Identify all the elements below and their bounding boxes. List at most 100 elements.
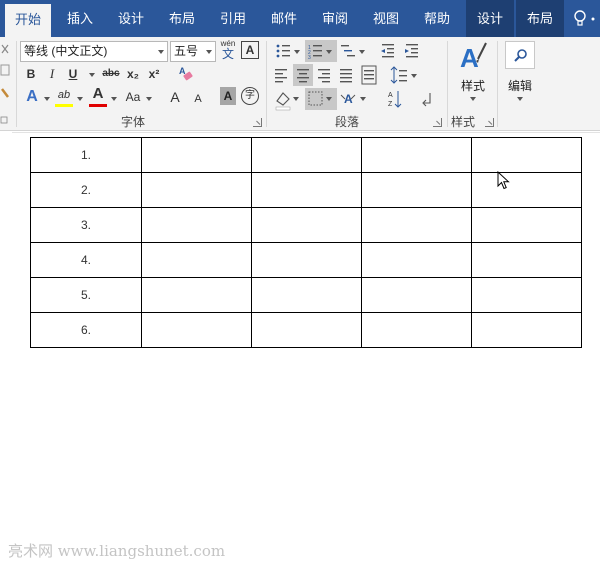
font-dialog-launcher-icon[interactable] [253, 118, 262, 127]
superscript-button[interactable]: x² [145, 64, 163, 84]
table-cell[interactable] [141, 207, 252, 243]
table-row: 1. [30, 137, 582, 173]
tab-review[interactable]: 审阅 [312, 0, 358, 37]
tab-home[interactable]: 开始 [5, 4, 51, 37]
separator [16, 41, 17, 127]
styles-button[interactable]: A 样式 [454, 39, 492, 107]
table-cell[interactable] [471, 207, 582, 243]
shrink-font-button[interactable]: A [190, 89, 206, 109]
document-table[interactable]: 1. 2. 3. 4. 5. 6. [30, 137, 582, 348]
table-cell[interactable]: 5. [30, 277, 142, 313]
tab-view[interactable]: 视图 [363, 0, 409, 37]
chevron-down-icon[interactable] [470, 97, 476, 101]
font-color-button[interactable]: A [88, 84, 108, 104]
tab-design[interactable]: 设计 [108, 0, 154, 37]
tell-me-bulb-icon[interactable] [562, 0, 600, 37]
table-cell[interactable]: 6. [30, 312, 142, 348]
strikethrough-button[interactable]: abc [100, 64, 122, 84]
table-cell[interactable] [141, 242, 252, 278]
chevron-down-icon[interactable] [89, 73, 95, 77]
table-cell[interactable] [251, 277, 362, 313]
table-cell[interactable] [361, 277, 472, 313]
chevron-down-icon[interactable] [206, 50, 212, 54]
character-shading-button[interactable]: A [220, 87, 236, 105]
svg-text:Z: Z [388, 101, 393, 108]
styles-group-label: 样式 [451, 115, 476, 129]
multilevel-list-icon[interactable] [341, 45, 365, 57]
table-cell[interactable] [471, 277, 582, 313]
table-cell[interactable]: 1. [30, 137, 142, 173]
increase-indent-icon[interactable] [405, 44, 418, 58]
line-spacing-icon[interactable] [390, 66, 417, 84]
table-cell[interactable] [251, 172, 362, 208]
table-cell[interactable] [471, 172, 582, 208]
separator [266, 41, 267, 127]
editing-button[interactable]: 编辑 [502, 39, 538, 107]
table-cell[interactable] [471, 312, 582, 348]
clear-formatting-button[interactable]: A [176, 64, 196, 84]
decrease-indent-icon[interactable] [381, 44, 394, 58]
tab-layout[interactable]: 布局 [159, 0, 205, 37]
shading-icon[interactable] [275, 92, 299, 111]
tab-table-design[interactable]: 设计 [466, 0, 514, 37]
chevron-down-icon[interactable] [517, 97, 523, 101]
highlight-button[interactable]: ab [54, 85, 74, 105]
table-cell[interactable]: 4. [30, 242, 142, 278]
justify-icon[interactable] [340, 69, 352, 83]
chevron-down-icon[interactable] [111, 97, 117, 101]
table-cell[interactable] [471, 137, 582, 173]
phonetic-guide-button[interactable]: wén 文 [219, 39, 237, 63]
table-cell[interactable] [251, 312, 362, 348]
tab-table-layout[interactable]: 布局 [516, 0, 564, 37]
table-cell[interactable] [141, 312, 252, 348]
chevron-down-icon[interactable] [146, 97, 152, 101]
table-cell[interactable] [361, 207, 472, 243]
table-cell[interactable] [251, 242, 362, 278]
bullets-icon[interactable] [276, 44, 300, 58]
table-cell[interactable]: 2. [30, 172, 142, 208]
align-left-icon[interactable] [275, 69, 287, 83]
table-cell[interactable] [251, 137, 362, 173]
chevron-down-icon[interactable] [77, 97, 83, 101]
table-cell[interactable] [361, 312, 472, 348]
chevron-down-icon[interactable] [158, 50, 164, 54]
enclose-characters-button[interactable]: 字 [241, 87, 259, 105]
italic-button[interactable]: I [43, 64, 61, 84]
align-right-icon[interactable] [318, 69, 330, 83]
document-area[interactable]: 1. 2. 3. 4. 5. 6. 亮术网 www.liangshunet.co… [0, 132, 600, 570]
styles-button-label: 样式 [460, 79, 485, 93]
bold-button[interactable]: B [22, 64, 40, 84]
table-cell[interactable] [251, 207, 362, 243]
table-cell[interactable] [141, 172, 252, 208]
show-marks-icon[interactable] [422, 93, 431, 107]
table-cell[interactable] [471, 242, 582, 278]
character-border-button[interactable]: A [241, 41, 259, 59]
grow-font-button[interactable]: A [167, 87, 183, 107]
table-row: 3. [30, 207, 582, 243]
chevron-down-icon[interactable] [44, 97, 50, 101]
change-case-button[interactable]: Aa [122, 87, 144, 107]
styles-dialog-launcher-icon[interactable] [485, 118, 494, 127]
tab-mailings[interactable]: 邮件 [261, 0, 307, 37]
table-cell[interactable]: 3. [30, 207, 142, 243]
page-top-edge [12, 132, 600, 133]
distributed-icon[interactable] [361, 65, 377, 85]
font-size-combo[interactable]: 五号 [170, 41, 216, 62]
ribbon-tab-bar: 开始 插入 设计 布局 引用 邮件 审阅 视图 帮助 设计 布局 [0, 0, 600, 37]
paragraph-dialog-launcher-icon[interactable] [433, 118, 442, 127]
table-cell[interactable] [361, 242, 472, 278]
table-cell[interactable] [141, 137, 252, 173]
tab-references[interactable]: 引用 [210, 0, 256, 37]
tab-insert[interactable]: 插入 [57, 0, 103, 37]
table-cell[interactable] [361, 172, 472, 208]
tab-help[interactable]: 帮助 [414, 0, 460, 37]
text-effects-button[interactable]: A [22, 87, 42, 107]
table-cell[interactable] [141, 277, 252, 313]
table-cell[interactable] [361, 137, 472, 173]
sort-icon[interactable]: A Z [388, 91, 402, 108]
underline-button[interactable]: U [64, 64, 82, 84]
subscript-button[interactable]: x₂ [124, 64, 142, 84]
font-name-combo[interactable]: 等线 (中文正文) [20, 41, 168, 62]
font-color-bar [89, 104, 107, 107]
chinese-layout-icon[interactable]: A [340, 92, 366, 106]
